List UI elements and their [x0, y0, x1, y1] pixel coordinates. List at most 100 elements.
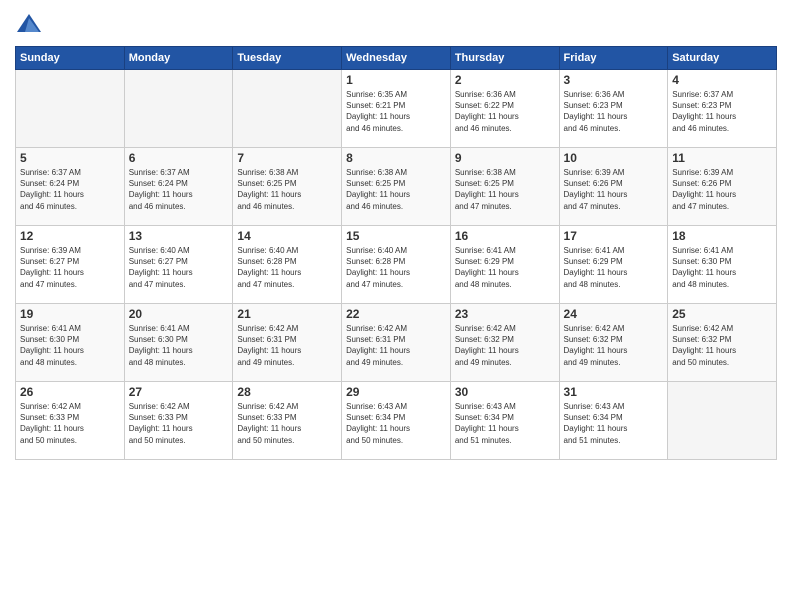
day-info: Sunrise: 6:43 AM Sunset: 6:34 PM Dayligh… [564, 401, 664, 446]
calendar-cell: 13 Sunrise: 6:40 AM Sunset: 6:27 PM Dayli… [124, 226, 233, 304]
day-info: Sunrise: 6:35 AM Sunset: 6:21 PM Dayligh… [346, 89, 446, 134]
day-number: 1 [346, 73, 446, 87]
calendar-cell: 31 Sunrise: 6:43 AM Sunset: 6:34 PM Dayli… [559, 382, 668, 460]
day-info: Sunrise: 6:41 AM Sunset: 6:30 PM Dayligh… [20, 323, 120, 368]
weekday-header-thursday: Thursday [450, 47, 559, 70]
day-number: 26 [20, 385, 120, 399]
calendar-cell: 24 Sunrise: 6:42 AM Sunset: 6:32 PM Dayli… [559, 304, 668, 382]
day-info: Sunrise: 6:42 AM Sunset: 6:32 PM Dayligh… [455, 323, 555, 368]
day-number: 3 [564, 73, 664, 87]
calendar-cell: 28Sunrise: 6:42 AM Sunset: 6:33 PM Dayli… [233, 382, 342, 460]
logo-icon [15, 10, 43, 38]
page-header [15, 10, 777, 38]
day-number: 30 [455, 385, 555, 399]
week-row-0: 1 Sunrise: 6:35 AM Sunset: 6:21 PM Daylig… [16, 70, 777, 148]
day-number: 6 [129, 151, 229, 165]
day-info: Sunrise: 6:42 AM Sunset: 6:32 PM Dayligh… [564, 323, 664, 368]
calendar-cell: 30 Sunrise: 6:43 AM Sunset: 6:34 PM Dayli… [450, 382, 559, 460]
calendar-cell [668, 382, 777, 460]
day-number: 12 [20, 229, 120, 243]
calendar-cell: 1 Sunrise: 6:35 AM Sunset: 6:21 PM Daylig… [342, 70, 451, 148]
day-number: 14 [237, 229, 337, 243]
weekday-header-friday: Friday [559, 47, 668, 70]
calendar-cell: 7 Sunrise: 6:38 AM Sunset: 6:25 PM Daylig… [233, 148, 342, 226]
calendar-cell: 2 Sunrise: 6:36 AM Sunset: 6:22 PM Daylig… [450, 70, 559, 148]
day-info: Sunrise: 6:42 AM Sunset: 6:31 PM Dayligh… [237, 323, 337, 368]
day-info: Sunrise: 6:37 AM Sunset: 6:24 PM Dayligh… [129, 167, 229, 212]
day-info: Sunrise: 6:38 AM Sunset: 6:25 PM Dayligh… [346, 167, 446, 212]
week-row-1: 5 Sunrise: 6:37 AM Sunset: 6:24 PM Daylig… [16, 148, 777, 226]
weekday-header-monday: Monday [124, 47, 233, 70]
day-number: 8 [346, 151, 446, 165]
day-number: 10 [564, 151, 664, 165]
day-number: 4 [672, 73, 772, 87]
week-row-2: 12 Sunrise: 6:39 AM Sunset: 6:27 PM Dayli… [16, 226, 777, 304]
day-number: 22 [346, 307, 446, 321]
day-info: Sunrise: 6:37 AM Sunset: 6:24 PM Dayligh… [20, 167, 120, 212]
day-info: Sunrise: 6:39 AM Sunset: 6:26 PM Dayligh… [672, 167, 772, 212]
day-info: Sunrise: 6:40 AM Sunset: 6:28 PM Dayligh… [346, 245, 446, 290]
calendar-cell: 9 Sunrise: 6:38 AM Sunset: 6:25 PM Daylig… [450, 148, 559, 226]
calendar-cell: 23 Sunrise: 6:42 AM Sunset: 6:32 PM Dayli… [450, 304, 559, 382]
day-info: Sunrise: 6:36 AM Sunset: 6:23 PM Dayligh… [564, 89, 664, 134]
day-number: 18 [672, 229, 772, 243]
calendar-cell: 25 Sunrise: 6:42 AM Sunset: 6:32 PM Dayli… [668, 304, 777, 382]
calendar-cell: 29 Sunrise: 6:43 AM Sunset: 6:34 PM Dayli… [342, 382, 451, 460]
day-info: Sunrise: 6:38 AM Sunset: 6:25 PM Dayligh… [237, 167, 337, 212]
calendar-cell [233, 70, 342, 148]
day-info: Sunrise: 6:42 AM Sunset: 6:33 PM Dayligh… [20, 401, 120, 446]
day-info: Sunrise: 6:43 AM Sunset: 6:34 PM Dayligh… [455, 401, 555, 446]
day-number: 27 [129, 385, 229, 399]
weekday-header-row: SundayMondayTuesdayWednesdayThursdayFrid… [16, 47, 777, 70]
day-number: 2 [455, 73, 555, 87]
calendar-cell: 11 Sunrise: 6:39 AM Sunset: 6:26 PM Dayli… [668, 148, 777, 226]
calendar-cell: 21Sunrise: 6:42 AM Sunset: 6:31 PM Dayli… [233, 304, 342, 382]
day-info: Sunrise: 6:42 AM Sunset: 6:31 PM Dayligh… [346, 323, 446, 368]
day-info: Sunrise: 6:40 AM Sunset: 6:27 PM Dayligh… [129, 245, 229, 290]
day-info: Sunrise: 6:41 AM Sunset: 6:29 PM Dayligh… [455, 245, 555, 290]
weekday-header-saturday: Saturday [668, 47, 777, 70]
calendar-cell: 10 Sunrise: 6:39 AM Sunset: 6:26 PM Dayli… [559, 148, 668, 226]
day-info: Sunrise: 6:42 AM Sunset: 6:32 PM Dayligh… [672, 323, 772, 368]
calendar-cell: 3 Sunrise: 6:36 AM Sunset: 6:23 PM Daylig… [559, 70, 668, 148]
day-number: 5 [20, 151, 120, 165]
calendar-cell: 15Sunrise: 6:40 AM Sunset: 6:28 PM Dayli… [342, 226, 451, 304]
day-number: 20 [129, 307, 229, 321]
day-info: Sunrise: 6:36 AM Sunset: 6:22 PM Dayligh… [455, 89, 555, 134]
day-info: Sunrise: 6:39 AM Sunset: 6:27 PM Dayligh… [20, 245, 120, 290]
calendar-cell: 12 Sunrise: 6:39 AM Sunset: 6:27 PM Dayli… [16, 226, 125, 304]
day-number: 9 [455, 151, 555, 165]
day-number: 7 [237, 151, 337, 165]
day-number: 24 [564, 307, 664, 321]
day-info: Sunrise: 6:39 AM Sunset: 6:26 PM Dayligh… [564, 167, 664, 212]
day-number: 23 [455, 307, 555, 321]
week-row-3: 19 Sunrise: 6:41 AM Sunset: 6:30 PM Dayli… [16, 304, 777, 382]
day-info: Sunrise: 6:43 AM Sunset: 6:34 PM Dayligh… [346, 401, 446, 446]
day-info: Sunrise: 6:41 AM Sunset: 6:30 PM Dayligh… [129, 323, 229, 368]
day-number: 25 [672, 307, 772, 321]
calendar-cell: 17Sunrise: 6:41 AM Sunset: 6:29 PM Dayli… [559, 226, 668, 304]
calendar-cell: 6 Sunrise: 6:37 AM Sunset: 6:24 PM Daylig… [124, 148, 233, 226]
day-info: Sunrise: 6:41 AM Sunset: 6:30 PM Dayligh… [672, 245, 772, 290]
calendar-cell: 19 Sunrise: 6:41 AM Sunset: 6:30 PM Dayli… [16, 304, 125, 382]
calendar-cell: 27Sunrise: 6:42 AM Sunset: 6:33 PM Dayli… [124, 382, 233, 460]
calendar-cell: 14 Sunrise: 6:40 AM Sunset: 6:28 PM Dayli… [233, 226, 342, 304]
day-number: 31 [564, 385, 664, 399]
calendar-cell: 22 Sunrise: 6:42 AM Sunset: 6:31 PM Dayli… [342, 304, 451, 382]
logo [15, 10, 47, 38]
day-info: Sunrise: 6:40 AM Sunset: 6:28 PM Dayligh… [237, 245, 337, 290]
day-number: 17 [564, 229, 664, 243]
calendar-cell: 4 Sunrise: 6:37 AM Sunset: 6:23 PM Daylig… [668, 70, 777, 148]
calendar-cell: 16 Sunrise: 6:41 AM Sunset: 6:29 PM Dayli… [450, 226, 559, 304]
day-info: Sunrise: 6:38 AM Sunset: 6:25 PM Dayligh… [455, 167, 555, 212]
day-number: 16 [455, 229, 555, 243]
day-number: 28 [237, 385, 337, 399]
day-number: 11 [672, 151, 772, 165]
calendar-cell [124, 70, 233, 148]
day-info: Sunrise: 6:37 AM Sunset: 6:23 PM Dayligh… [672, 89, 772, 134]
weekday-header-tuesday: Tuesday [233, 47, 342, 70]
calendar-cell: 18 Sunrise: 6:41 AM Sunset: 6:30 PM Dayli… [668, 226, 777, 304]
day-number: 19 [20, 307, 120, 321]
day-number: 13 [129, 229, 229, 243]
day-number: 29 [346, 385, 446, 399]
